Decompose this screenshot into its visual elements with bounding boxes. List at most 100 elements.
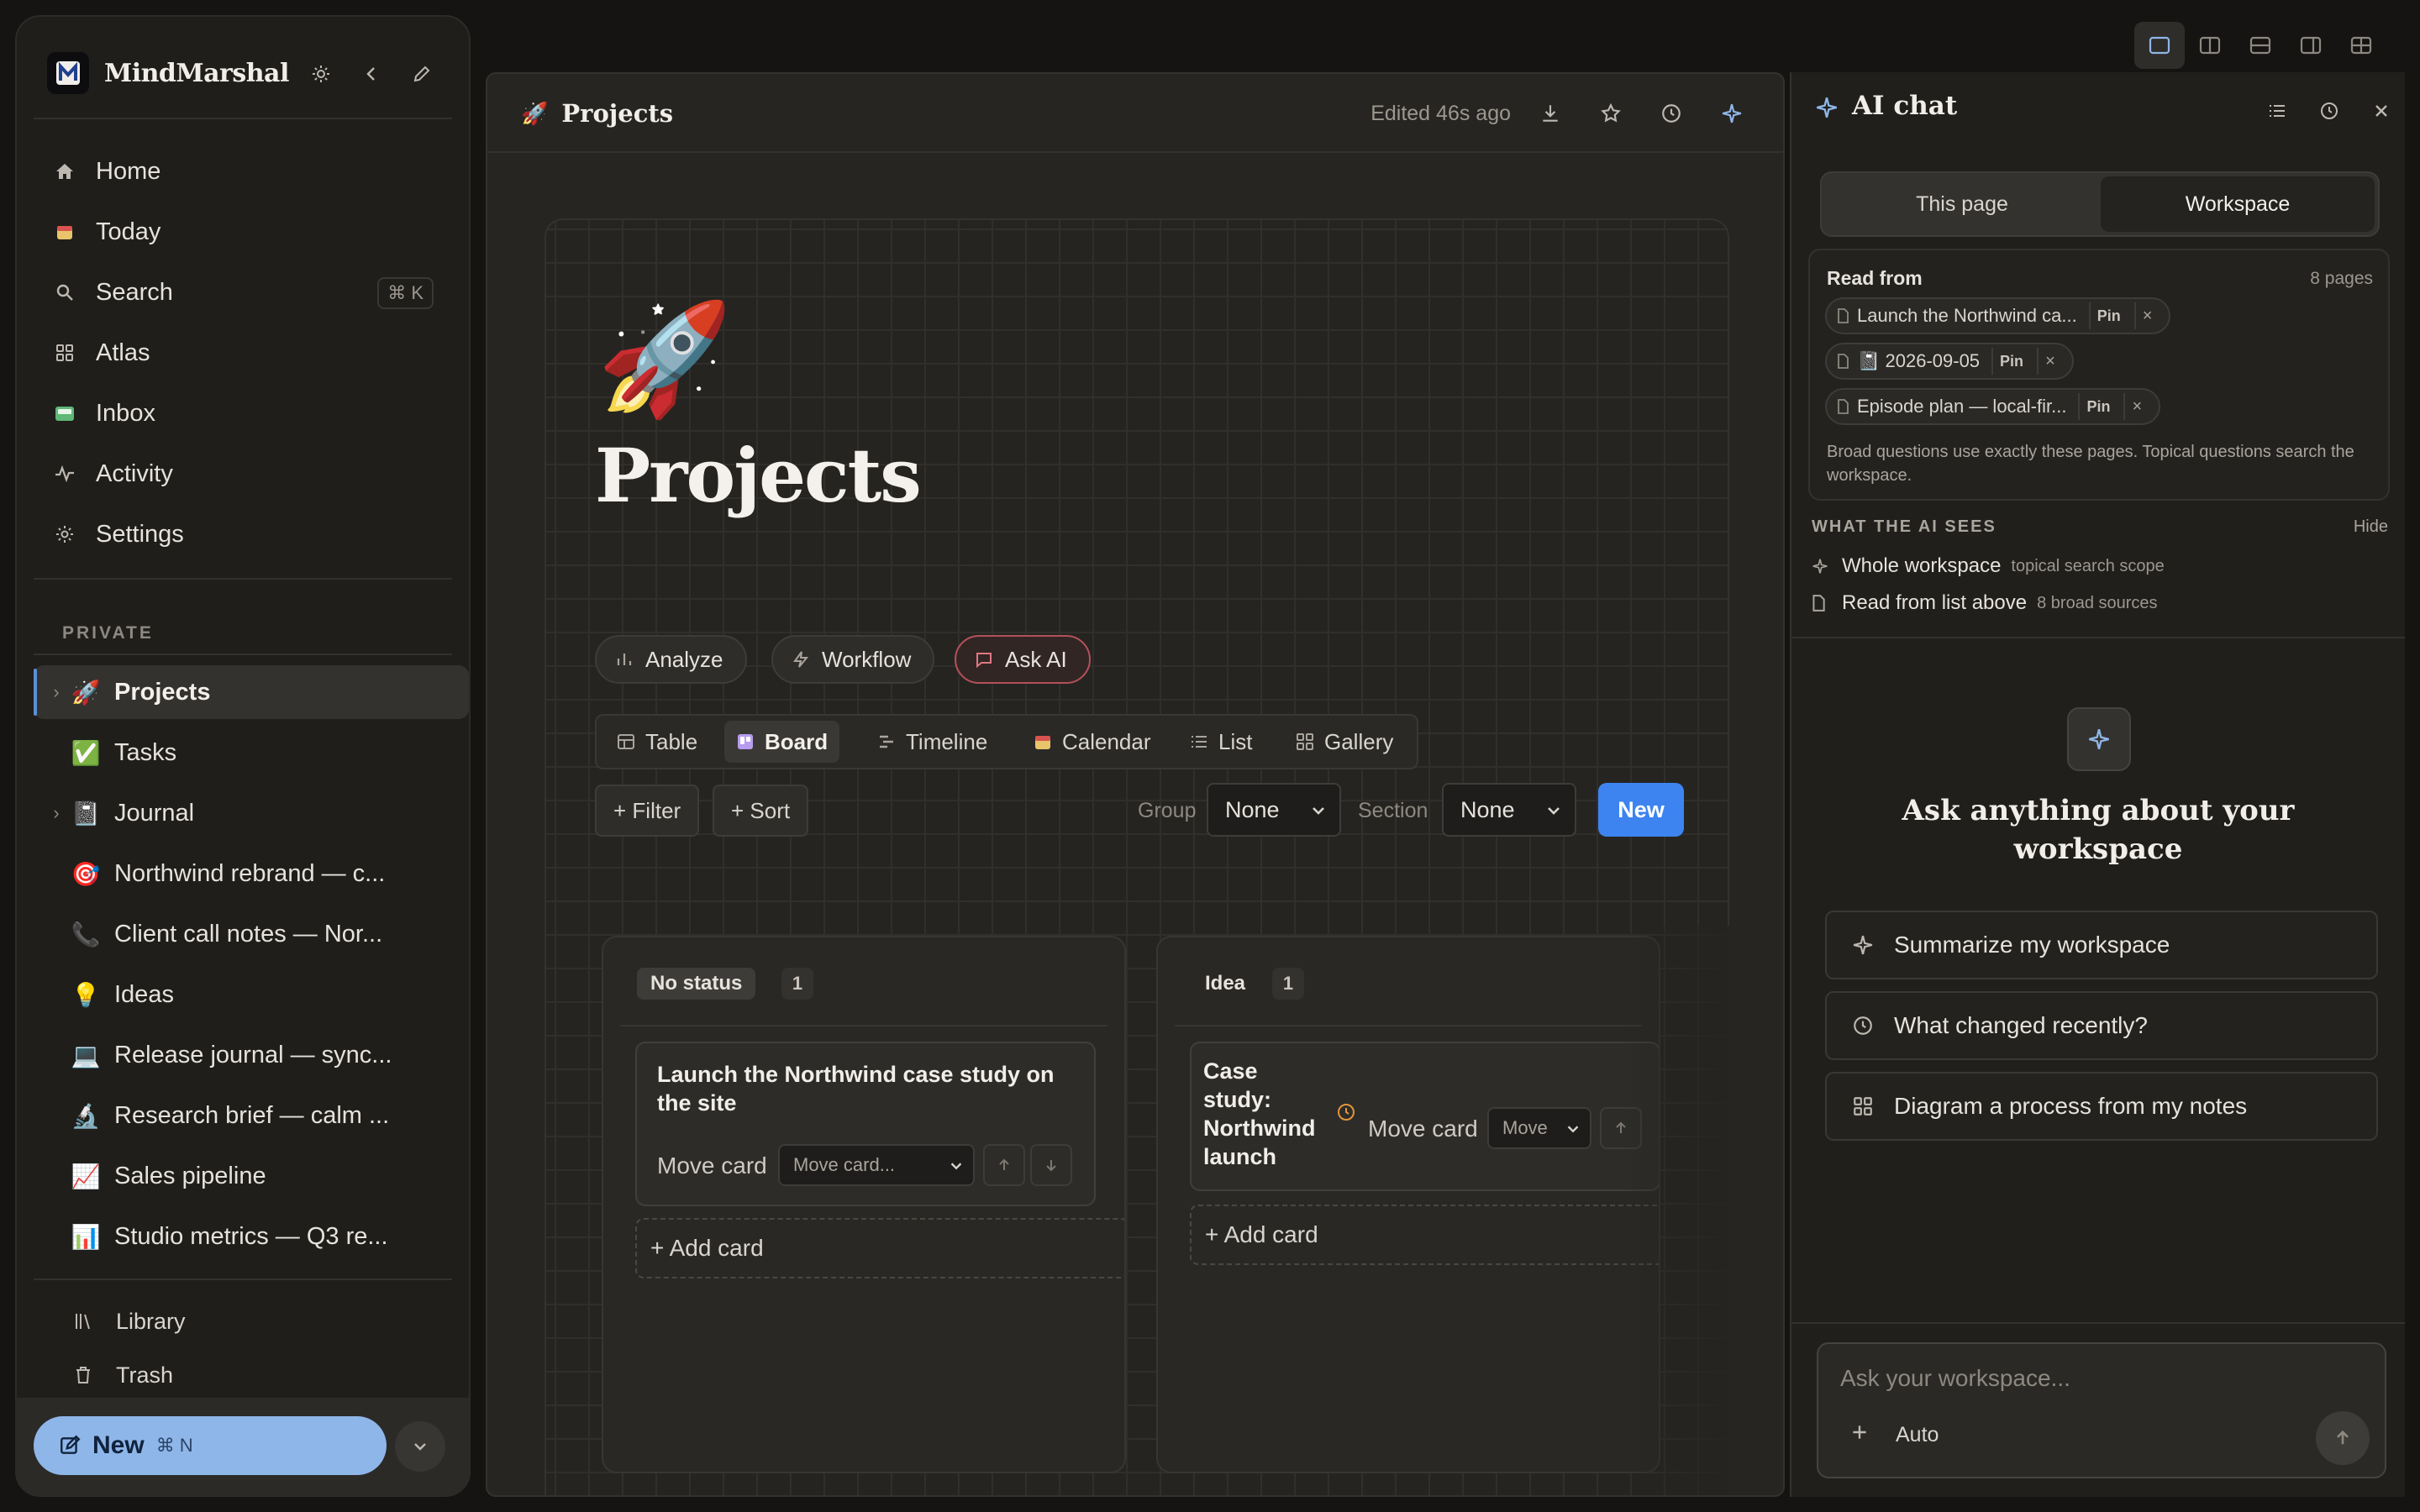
layout-grid-icon[interactable] [2336, 22, 2386, 69]
tab-board[interactable]: Board [724, 721, 840, 763]
gallery-icon [1296, 732, 1314, 751]
tree-item-release-journal[interactable]: 💻 Release journal — sync... [34, 1028, 469, 1082]
tab-table[interactable]: Table [605, 721, 709, 763]
add-card-button[interactable]: + Add card [635, 1218, 1124, 1278]
tree-item-research-brief[interactable]: 🔬 Research brief — calm ... [34, 1089, 469, 1142]
nav-activity[interactable]: Activity [32, 447, 452, 501]
tab-timeline[interactable]: Timeline [865, 721, 999, 763]
column-header: No status 1 [603, 937, 1124, 1026]
layout-split-vertical-icon[interactable] [2185, 22, 2235, 69]
tree-item-projects[interactable]: › 🚀 Projects [34, 665, 469, 719]
scope-this-page[interactable]: This page [1825, 176, 2099, 232]
search-shortcut: ⌘ K [377, 277, 434, 309]
tab-calendar[interactable]: Calendar [1022, 721, 1163, 763]
analyze-button[interactable]: Analyze [595, 635, 747, 684]
page-emoji: 🚀 [521, 100, 549, 126]
layout-split-horizontal-icon[interactable] [2235, 22, 2286, 69]
page-title[interactable]: Projects [595, 432, 922, 519]
history-icon[interactable] [1652, 94, 1691, 133]
source-chip[interactable]: 📓 2026-09-05 Pin × [1825, 343, 2074, 380]
hide-button[interactable]: Hide [2354, 517, 2388, 537]
add-filter-button[interactable]: + Filter [595, 785, 700, 837]
tree-item-journal[interactable]: › 📓 Journal [34, 786, 469, 840]
nav-label: Library [116, 1308, 186, 1334]
ai-sees-sub: topical search scope [2011, 556, 2165, 575]
editor-breadcrumb[interactable]: 🚀 Projects [521, 74, 673, 153]
send-button[interactable] [2316, 1411, 2370, 1465]
remove-source-button[interactable]: × [2123, 393, 2149, 420]
chat-list-icon[interactable] [2259, 92, 2296, 129]
page-emoji: 🎯 [71, 860, 101, 887]
nav-home[interactable]: Home [32, 144, 452, 198]
workflow-button[interactable]: Workflow [771, 635, 935, 684]
download-icon[interactable] [1531, 94, 1570, 133]
suggestion-what-changed[interactable]: What changed recently? [1825, 991, 2378, 1060]
chat-history-icon[interactable] [2311, 92, 2348, 129]
chat-input[interactable] [1840, 1357, 2344, 1399]
ask-ai-button[interactable]: Ask AI [955, 635, 1091, 684]
tree-item-ideas[interactable]: 💡 Ideas [34, 968, 469, 1021]
new-card-button[interactable]: New [1598, 783, 1684, 837]
move-card-select[interactable]: Move [1487, 1107, 1591, 1149]
plus-icon[interactable] [1849, 1421, 1870, 1443]
add-card-button[interactable]: + Add card [1190, 1205, 1659, 1265]
ai-sees-row: Whole workspace topical search scope [1812, 551, 2165, 581]
section-select[interactable]: None [1442, 783, 1576, 837]
star-icon[interactable] [1591, 94, 1630, 133]
page-icon-emoji[interactable]: 🚀 [597, 304, 733, 413]
calendar-icon [50, 222, 79, 242]
source-chip[interactable]: Launch the Northwind ca... Pin × [1825, 297, 2171, 334]
remove-source-button[interactable]: × [2133, 302, 2160, 329]
ai-sparkle-icon[interactable] [1712, 94, 1751, 133]
nav-inbox[interactable]: Inbox [32, 386, 452, 440]
suggestion-summarize[interactable]: Summarize my workspace [1825, 911, 2378, 979]
source-label: Launch the Northwind ca... [1857, 305, 2077, 326]
tab-list[interactable]: List [1178, 721, 1264, 763]
new-page-pencil-icon[interactable] [405, 57, 439, 91]
source-label: 📓 2026-09-05 [1857, 350, 1981, 371]
tree-item-client-call-notes[interactable]: 📞 Client call notes — Nor... [34, 907, 469, 961]
layout-side-panel-icon[interactable] [2286, 22, 2336, 69]
scope-workspace[interactable]: Workspace [2101, 176, 2375, 232]
tree-item-tasks[interactable]: ✅ Tasks [34, 726, 469, 780]
nav-settings[interactable]: Settings [32, 507, 452, 561]
remove-source-button[interactable]: × [2037, 348, 2062, 375]
tree-item-studio-metrics[interactable]: 📊 Studio metrics — Q3 re... [34, 1210, 469, 1263]
nav-library[interactable]: Library [69, 1300, 186, 1342]
board-card[interactable]: Case study: Northwind launch Move card M… [1190, 1042, 1659, 1191]
chevron-right-icon[interactable]: › [44, 681, 69, 703]
tree-item-northwind-rebrand[interactable]: 🎯 Northwind rebrand — c... [34, 847, 469, 900]
pencil-icon [59, 1435, 81, 1457]
source-chip[interactable]: Episode plan — local-fir... Pin × [1825, 388, 2161, 425]
nav-today[interactable]: Today [32, 205, 452, 259]
move-down-button[interactable] [1030, 1144, 1072, 1186]
pin-button[interactable]: Pin [1991, 348, 2030, 375]
tree-label: Tasks [114, 738, 177, 766]
group-select[interactable]: None [1207, 783, 1341, 837]
nav-atlas[interactable]: Atlas [32, 326, 452, 380]
suggestion-diagram[interactable]: Diagram a process from my notes [1825, 1072, 2378, 1141]
move-up-button[interactable] [983, 1144, 1025, 1186]
brand[interactable]: MindMarshal [47, 52, 289, 94]
table-icon [617, 733, 635, 750]
nav-search[interactable]: Search ⌘ K [32, 265, 452, 319]
chevron-down-icon [1544, 801, 1563, 820]
close-icon[interactable] [2363, 92, 2400, 129]
tree-item-sales-pipeline[interactable]: 📈 Sales pipeline [34, 1149, 469, 1203]
page-emoji: 📞 [71, 921, 101, 948]
add-sort-button[interactable]: + Sort [713, 785, 809, 837]
timeline-icon [877, 733, 896, 750]
tab-gallery[interactable]: Gallery [1284, 721, 1405, 763]
pin-button[interactable]: Pin [2078, 393, 2117, 420]
model-mode-selector[interactable]: Auto [1896, 1423, 1939, 1447]
new-page-button[interactable]: New ⌘ N [34, 1416, 387, 1475]
board-card[interactable]: Launch the Northwind case study on the s… [635, 1042, 1096, 1206]
collapse-sidebar-icon[interactable] [355, 57, 388, 91]
pin-button[interactable]: Pin [2088, 302, 2128, 329]
layout-single-icon[interactable] [2134, 22, 2185, 69]
theme-toggle-icon[interactable] [304, 57, 338, 91]
chevron-right-icon[interactable]: › [44, 802, 69, 824]
nav-trash[interactable]: Trash [69, 1354, 173, 1396]
move-card-select[interactable]: Move card... [778, 1144, 975, 1186]
new-options-button[interactable] [395, 1421, 445, 1472]
